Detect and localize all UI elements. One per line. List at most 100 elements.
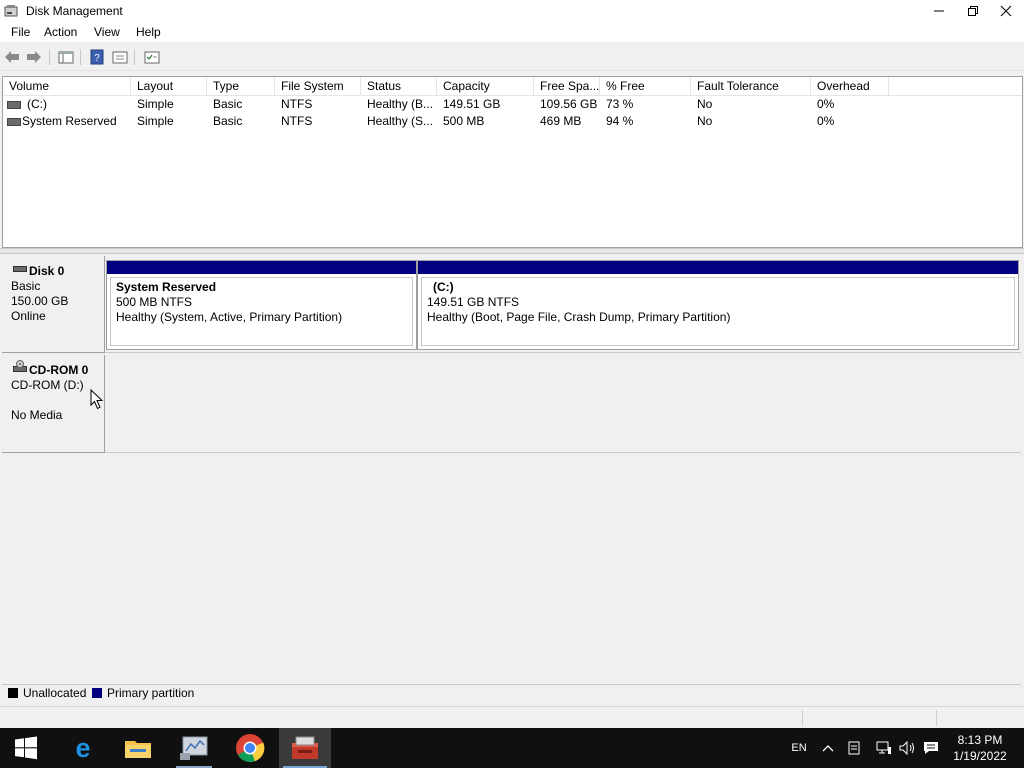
clock-date: 1/19/2022 — [953, 749, 1007, 763]
toolbar-separator — [49, 49, 50, 65]
menu-file[interactable]: File — [9, 25, 32, 39]
unallocated-swatch — [8, 688, 18, 698]
taskbar-file-explorer[interactable] — [112, 728, 164, 768]
volume-list[interactable]: Volume Layout Type File System Status Ca… — [2, 76, 1023, 248]
partition-name: System Reserved — [116, 280, 217, 294]
network-icon — [876, 741, 891, 754]
language-indicator[interactable]: EN — [786, 728, 812, 768]
back-icon — [5, 51, 19, 63]
partition-body: System Reserved 500 MB NTFS Healthy (Sys… — [110, 277, 413, 346]
cell-file-system: NTFS — [281, 97, 313, 111]
menu-view[interactable]: View — [92, 25, 122, 39]
legend: Unallocated Primary partition — [2, 684, 1021, 703]
primary-partition-bar — [107, 261, 416, 274]
partition-body: (C:) 149.51 GB NTFS Healthy (Boot, Page … — [421, 277, 1015, 346]
cell-capacity: 500 MB — [443, 114, 485, 128]
partition-size: 149.51 GB NTFS — [427, 295, 520, 309]
back-button[interactable] — [3, 48, 21, 66]
window-title: Disk Management — [26, 4, 123, 18]
partition-status: Healthy (Boot, Page File, Crash Dump, Pr… — [427, 310, 731, 324]
column-header-percent-free[interactable]: % Free — [600, 77, 691, 95]
message-icon — [924, 742, 938, 754]
disk-0-label[interactable]: Disk 0 Basic 150.00 GB Online — [2, 256, 105, 353]
speaker-icon — [899, 741, 914, 755]
properties-button[interactable] — [111, 48, 129, 66]
column-header-capacity[interactable]: Capacity — [437, 77, 534, 95]
disk-icon — [13, 266, 27, 272]
cell-file-system: NTFS — [281, 114, 313, 128]
column-header-fault-tolerance[interactable]: Fault Tolerance — [691, 77, 811, 95]
cell-type: Basic — [213, 97, 243, 111]
volume-list-header: Volume Layout Type File System Status Ca… — [3, 77, 1022, 96]
menu-action[interactable]: Action — [42, 25, 79, 39]
cell-volume: (C:) — [27, 97, 47, 111]
volume-tray[interactable] — [898, 728, 918, 768]
column-header-free-space[interactable]: Free Spa... — [534, 77, 600, 95]
partition-c[interactable]: (C:) 149.51 GB NTFS Healthy (Boot, Page … — [417, 260, 1019, 350]
show-hidden-icons[interactable] — [818, 728, 838, 768]
disk-0-size: 150.00 GB — [11, 294, 69, 308]
notifications-button[interactable] — [920, 728, 942, 768]
cdrom-0-type: CD-ROM (D:) — [11, 378, 84, 392]
minimize-button[interactable] — [922, 0, 956, 22]
chevron-up-icon — [822, 745, 834, 752]
cell-free-space: 109.56 GB — [540, 97, 598, 111]
partition-name: (C:) — [433, 280, 454, 294]
column-header-layout[interactable]: Layout — [131, 77, 207, 95]
cell-percent-free: 73 % — [606, 97, 634, 111]
status-divider — [802, 710, 803, 726]
taskbar-clock[interactable]: 8:13 PM 1/19/2022 — [944, 732, 1016, 764]
title-bar: Disk Management — [0, 0, 1024, 22]
console-tree-icon — [58, 51, 74, 64]
cell-status: Healthy (S... — [367, 114, 434, 128]
status-divider — [936, 710, 937, 726]
pane-splitter[interactable] — [0, 248, 1024, 254]
svg-text:?: ? — [94, 53, 100, 64]
cdrom-0-row: CD-ROM 0 CD-ROM (D:) No Media — [2, 355, 1021, 453]
cdrom-icon — [13, 360, 27, 372]
settings-icon — [144, 51, 160, 64]
help-icon: ? — [90, 49, 104, 65]
column-header-status[interactable]: Status — [361, 77, 437, 95]
taskbar-chrome[interactable] — [224, 728, 276, 768]
cell-free-space: 469 MB — [540, 114, 582, 128]
disk-management-app-icon — [4, 5, 18, 17]
action-center-tray[interactable] — [844, 728, 864, 768]
disk-0-name: Disk 0 — [29, 264, 65, 278]
column-header-overhead[interactable]: Overhead — [811, 77, 889, 95]
start-button[interactable] — [0, 728, 52, 768]
console-tree-button[interactable] — [57, 48, 75, 66]
settings-button[interactable] — [143, 48, 161, 66]
toolbar-separator — [134, 49, 135, 65]
cdrom-0-state: No Media — [11, 408, 63, 422]
table-row[interactable]: System Reserved Simple Basic NTFS Health… — [3, 113, 1022, 130]
file-explorer-icon — [125, 741, 151, 758]
toolbar-separator — [80, 49, 81, 65]
disk-0-type: Basic — [11, 279, 41, 293]
column-header-file-system[interactable]: File System — [275, 77, 361, 95]
svg-text:e: e — [75, 735, 90, 761]
menu-help[interactable]: Help — [134, 25, 163, 39]
partition-system-reserved[interactable]: System Reserved 500 MB NTFS Healthy (Sys… — [106, 260, 417, 350]
cell-status: Healthy (B... — [367, 97, 434, 111]
notification-icon — [848, 741, 860, 755]
mouse-cursor-icon — [90, 389, 104, 410]
table-row[interactable]: (C:) Simple Basic NTFS Healthy (B... 149… — [3, 96, 1022, 113]
taskbar-server-manager[interactable] — [168, 728, 220, 768]
help-button[interactable]: ? — [88, 48, 106, 66]
forward-button[interactable] — [25, 48, 43, 66]
restore-icon — [968, 6, 978, 16]
close-button[interactable] — [989, 0, 1023, 22]
cell-capacity: 149.51 GB — [443, 97, 501, 111]
cell-volume: System Reserved — [22, 114, 117, 128]
restore-button[interactable] — [956, 0, 990, 22]
legend-primary-partition: Primary partition — [107, 686, 195, 700]
network-tray[interactable] — [874, 728, 894, 768]
column-header-type[interactable]: Type — [207, 77, 275, 95]
cell-layout: Simple — [137, 97, 174, 111]
taskbar-disk-management[interactable] — [279, 728, 331, 768]
taskbar-edge[interactable]: e — [57, 728, 109, 768]
forward-icon — [27, 51, 41, 63]
primary-partition-swatch — [92, 688, 102, 698]
column-header-volume[interactable]: Volume — [3, 77, 131, 95]
